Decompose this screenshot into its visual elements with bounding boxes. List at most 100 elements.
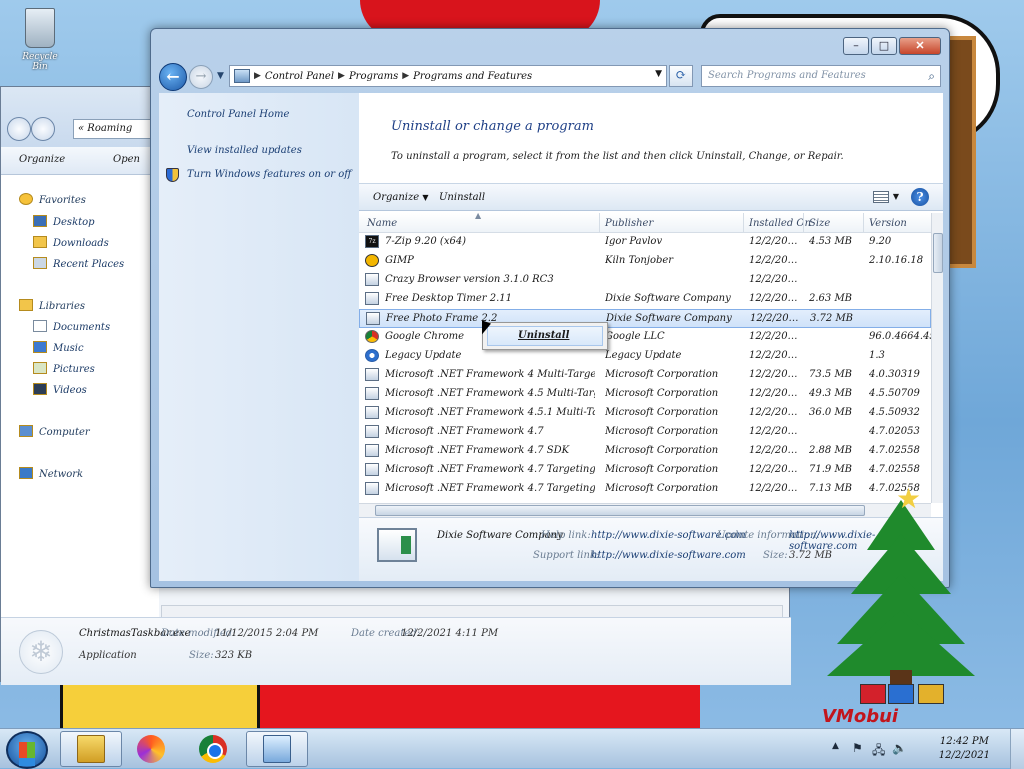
forward-button[interactable]: → [189,65,213,89]
column-divider[interactable] [803,213,804,233]
nav-pictures[interactable]: Pictures [33,362,95,375]
windows-features-link[interactable]: Turn Windows features on or off [187,169,351,180]
program-version-cell: 96.0.4664.45 [869,331,931,342]
taskbar-control-panel-button[interactable] [246,731,308,767]
program-installed-cell: 12/2/20… [749,369,798,380]
column-divider[interactable] [743,213,744,233]
detail-size-label: Size: [189,650,214,661]
tasks-pane: Control Panel Home View installed update… [159,93,359,581]
control-panel-home-link[interactable]: Control Panel Home [187,109,289,120]
windows-logo-icon [19,742,35,758]
program-icon [365,387,379,400]
folder-icon [77,735,105,763]
column-name[interactable]: Name [367,218,397,229]
program-name-cell: Microsoft .NET Framework 4.7 SDK [385,445,570,456]
uninstall-button[interactable]: Uninstall [439,192,485,203]
column-divider[interactable] [863,213,864,233]
program-icon [365,292,379,305]
back-nav-forward-button[interactable] [31,117,55,141]
nav-desktop[interactable]: Desktop [33,215,95,228]
breadcrumb-programs-and-features[interactable]: Programs and Features [413,71,532,82]
breadcrumb-programs[interactable]: Programs [349,71,398,82]
star-icon: ★ [896,482,922,515]
context-menu-uninstall[interactable]: Uninstall [487,326,603,346]
breadcrumb-separator-icon[interactable]: ▶ [254,71,261,81]
program-name-cell: Legacy Update [385,350,462,361]
nav-computer[interactable]: Computer [19,425,90,438]
program-row[interactable]: Google Chrome Google LLC 12/2/20… 96.0.4664… [359,328,931,347]
program-row[interactable]: Crazy Browser version 3.1.0 RC3 12/2/20… [359,271,931,290]
program-row[interactable]: Free Desktop Timer 2.11 Dixie Software Co… [359,290,931,309]
program-row[interactable]: Legacy Update Legacy Update 12/2/20… 1.3 [359,347,931,366]
clock[interactable]: 12:42 PM 12/2/2021 [939,735,990,763]
clock-date: 12/2/2021 [938,750,990,761]
show-desktop-button[interactable] [1010,729,1024,769]
taskbar-firefox-button[interactable] [120,731,182,767]
vertical-scroll-thumb[interactable] [933,233,943,273]
program-row[interactable]: Microsoft .NET Framework 4.5.1 Multi-Tar… [359,404,931,423]
view-installed-updates-link[interactable]: View installed updates [187,145,302,156]
show-hidden-icons-icon[interactable]: ▲ [832,741,839,751]
back-organize-button[interactable]: Organize [19,154,65,165]
back-nav-back-button[interactable] [7,117,31,141]
program-name-cell: Microsoft .NET Framework 4 Multi-Targeti… [385,369,595,380]
back-address-bar[interactable]: « Roaming [73,119,153,139]
taskbar-explorer-button[interactable] [60,731,122,767]
program-row[interactable]: GIMP Kiln Tonjober 12/2/20… 2.10.16.18 [359,252,931,271]
nav-favorites[interactable]: Favorites [19,193,86,206]
horizontal-scroll-thumb[interactable] [375,505,865,516]
program-version-cell: 4.5.50932 [869,407,920,418]
refresh-icon[interactable]: ⟳ [669,65,693,87]
program-large-icon [377,528,417,562]
breadcrumb-separator-icon[interactable]: ▶ [338,71,345,81]
program-list[interactable]: 7z 7-Zip 9.20 (x64) Igor Pavlov 12/2/20… 4.5… [359,233,931,497]
nav-network[interactable]: Network [19,467,83,480]
organize-label: Organize [373,192,420,203]
column-installed-on[interactable]: Installed On [749,218,811,229]
program-row[interactable]: Microsoft .NET Framework 4.7 Microsoft Co… [359,423,931,442]
network-icon[interactable]: 🖧 [872,741,885,762]
column-size[interactable]: Size [809,218,830,229]
program-row[interactable]: Microsoft .NET Framework 4 Multi-Targeti… [359,366,931,385]
program-size-cell: 4.53 MB [809,236,853,247]
program-row[interactable]: Microsoft .NET Framework 4.7 SDK Microsof… [359,442,931,461]
action-center-flag-icon[interactable]: ⚑ [852,741,863,755]
view-options-icon[interactable] [873,191,889,203]
nav-libraries[interactable]: Libraries [19,299,85,312]
help-icon[interactable]: ? [911,188,929,206]
volume-icon[interactable]: 🔈 [892,741,907,755]
nav-downloads[interactable]: Downloads [33,236,109,249]
column-divider[interactable] [599,213,600,233]
view-dropdown-icon[interactable]: ▼ [893,192,899,201]
program-row[interactable]: 7z 7-Zip 9.20 (x64) Igor Pavlov 12/2/20… 4.5… [359,233,931,252]
program-row[interactable]: Microsoft .NET Framework 4.5 Multi-Targe… [359,385,931,404]
search-icon[interactable]: ⌕ [928,69,935,84]
minimize-button[interactable]: – [843,37,869,55]
breadcrumb-separator-icon[interactable]: ▶ [402,71,409,81]
program-row[interactable]: Free Photo Frame 2.2 Dixie Software Compa… [359,309,931,328]
program-installed-cell: 12/2/20… [749,293,798,304]
start-button[interactable] [6,731,48,769]
back-open-button[interactable]: Open [113,154,140,165]
column-publisher[interactable]: Publisher [605,218,653,229]
column-version[interactable]: Version [869,218,907,229]
organize-button[interactable]: Organize ▼ [373,192,429,203]
back-button[interactable]: ← [159,63,187,91]
nav-music[interactable]: Music [33,341,84,354]
breadcrumb-control-panel[interactable]: Control Panel [265,71,334,82]
details-support-link[interactable]: http://www.dixie-software.com [591,550,746,561]
search-input[interactable]: Search Programs and Features ⌕ [701,65,941,87]
7zip-icon: 7z [365,235,379,248]
vertical-scrollbar[interactable] [931,213,943,503]
nav-recent-places[interactable]: Recent Places [33,257,124,270]
close-button[interactable]: ✕ [899,37,941,55]
recent-pages-dropdown-icon[interactable]: ▼ [217,71,224,81]
taskbar-chrome-button[interactable] [182,731,244,767]
nav-videos[interactable]: Videos [33,383,87,396]
nav-libraries-label: Libraries [39,301,86,312]
nav-documents[interactable]: Documents [33,320,110,333]
address-bar[interactable]: ▶ Control Panel ▶ Programs ▶ Programs an… [229,65,667,87]
maximize-button[interactable]: □ [871,37,897,55]
desktop-icon-recycle-bin[interactable]: Recycle Bin [14,8,66,72]
address-dropdown-icon[interactable]: ▼ [655,69,662,79]
